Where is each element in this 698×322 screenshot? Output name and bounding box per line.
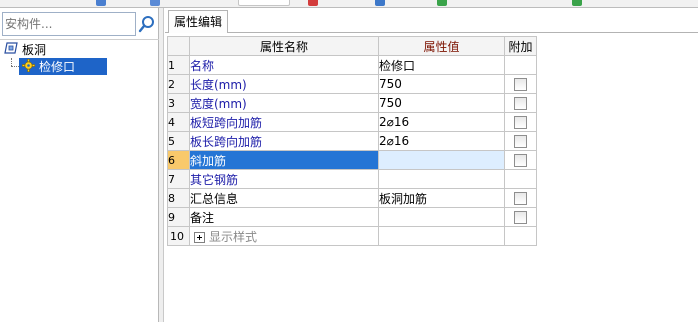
slab-hole-icon — [4, 41, 18, 58]
table-row[interactable]: 8 汇总信息 板洞加筋 — [167, 188, 537, 208]
property-name: 板长跨向加筋 — [189, 131, 379, 151]
row-number: 7 — [167, 169, 190, 189]
extra-checkbox[interactable] — [514, 154, 527, 167]
tab-label: 属性编辑 — [174, 15, 223, 29]
search-input[interactable] — [3, 13, 135, 35]
toolbar-dropdown[interactable] — [238, 0, 290, 6]
toolbar-icon[interactable] — [437, 0, 447, 6]
property-value[interactable]: 750 — [378, 93, 505, 113]
row-number: 9 — [167, 207, 190, 227]
row-number: 10 — [167, 226, 190, 246]
property-name: 名称 — [189, 55, 379, 75]
extra-cell — [504, 131, 537, 151]
extra-checkbox[interactable] — [514, 97, 527, 110]
table-row[interactable]: 7 其它钢筋 — [167, 169, 537, 189]
extra-checkbox[interactable] — [514, 135, 527, 148]
panel-splitter[interactable] — [159, 8, 164, 322]
tree-connector — [11, 66, 19, 67]
property-value[interactable]: 2⌀16 — [378, 131, 505, 151]
header-row-number — [167, 36, 190, 56]
property-value[interactable]: 板洞加筋 — [378, 188, 505, 208]
property-value[interactable] — [378, 169, 505, 189]
property-editor-panel: 属性编辑 属性名称 属性值 附加 1 名称 检修口 2 长度(mm) 750 3… — [165, 8, 698, 322]
tree-child-label: 检修口 — [39, 60, 76, 74]
tree-root-label: 板洞 — [22, 42, 47, 57]
extra-cell — [504, 74, 537, 94]
extra-checkbox[interactable] — [514, 192, 527, 205]
property-name: 板短跨向加筋 — [189, 112, 379, 132]
property-value[interactable] — [378, 150, 505, 170]
toolbar-icon[interactable] — [572, 0, 582, 6]
property-name: 备注 — [189, 207, 379, 227]
row-number: 2 — [167, 74, 190, 94]
extra-cell — [504, 207, 537, 227]
header-value[interactable]: 属性值 — [378, 36, 505, 56]
row-number: 5 — [167, 131, 190, 151]
property-value[interactable] — [378, 226, 505, 246]
property-name: 汇总信息 — [189, 188, 379, 208]
tree-connector — [11, 58, 12, 66]
property-grid: 属性名称 属性值 附加 1 名称 检修口 2 长度(mm) 750 3 宽度(m… — [167, 36, 537, 246]
toolbar-icon[interactable] — [96, 0, 106, 6]
table-row[interactable]: 5 板长跨向加筋 2⌀16 — [167, 131, 537, 151]
toolbar-icon[interactable] — [150, 0, 160, 6]
property-value[interactable]: 750 — [378, 74, 505, 94]
row-number: 3 — [167, 93, 190, 113]
property-value[interactable]: 2⌀16 — [378, 112, 505, 132]
extra-cell — [504, 226, 537, 246]
toolbar-icon[interactable] — [308, 0, 318, 6]
property-name-group: 显示样式 — [189, 226, 379, 246]
row-number: 4 — [167, 112, 190, 132]
extra-cell — [504, 150, 537, 170]
extra-cell — [504, 112, 537, 132]
table-row[interactable]: 2 长度(mm) 750 — [167, 74, 537, 94]
table-row[interactable]: 4 板短跨向加筋 2⌀16 — [167, 112, 537, 132]
row-number: 8 — [167, 188, 190, 208]
table-row[interactable]: 1 名称 检修口 — [167, 55, 537, 75]
tree-node-selected[interactable]: 检修口 — [19, 58, 107, 75]
extra-cell — [504, 55, 537, 75]
tree-node-root[interactable]: 板洞 — [4, 41, 46, 57]
expand-icon[interactable] — [194, 231, 205, 243]
component-tree-panel: 板洞 检修口 — [0, 8, 159, 322]
toolbar-icon[interactable] — [375, 0, 385, 6]
extra-checkbox[interactable] — [514, 116, 527, 129]
row-number: 6 — [167, 150, 190, 170]
extra-checkbox[interactable] — [514, 211, 527, 224]
table-row-selected[interactable]: 6 斜加筋 — [167, 150, 537, 170]
property-name: 宽度(mm) — [189, 93, 379, 113]
table-row[interactable]: 9 备注 — [167, 207, 537, 227]
extra-cell — [504, 188, 537, 208]
table-row[interactable]: 3 宽度(mm) 750 — [167, 93, 537, 113]
extra-cell — [504, 93, 537, 113]
tab-property-edit[interactable]: 属性编辑 — [168, 10, 229, 32]
header-name[interactable]: 属性名称 — [189, 36, 379, 56]
extra-checkbox[interactable] — [514, 78, 527, 91]
property-name: 斜加筋 — [189, 150, 379, 170]
row-number: 1 — [167, 55, 190, 75]
search-field[interactable] — [2, 12, 136, 36]
property-name: 其它钢筋 — [189, 169, 379, 189]
property-value[interactable] — [378, 207, 505, 227]
group-label: 显示样式 — [209, 229, 258, 244]
property-name: 长度(mm) — [189, 74, 379, 94]
search-icon[interactable] — [138, 14, 156, 34]
gear-icon — [22, 58, 36, 75]
table-row[interactable]: 10 显示样式 — [167, 226, 537, 246]
extra-cell — [504, 169, 537, 189]
tab-underline — [165, 32, 698, 33]
property-value[interactable]: 检修口 — [378, 55, 505, 75]
toolbar-strip — [0, 0, 698, 8]
header-extra[interactable]: 附加 — [504, 36, 537, 56]
grid-header-row: 属性名称 属性值 附加 — [167, 36, 537, 56]
